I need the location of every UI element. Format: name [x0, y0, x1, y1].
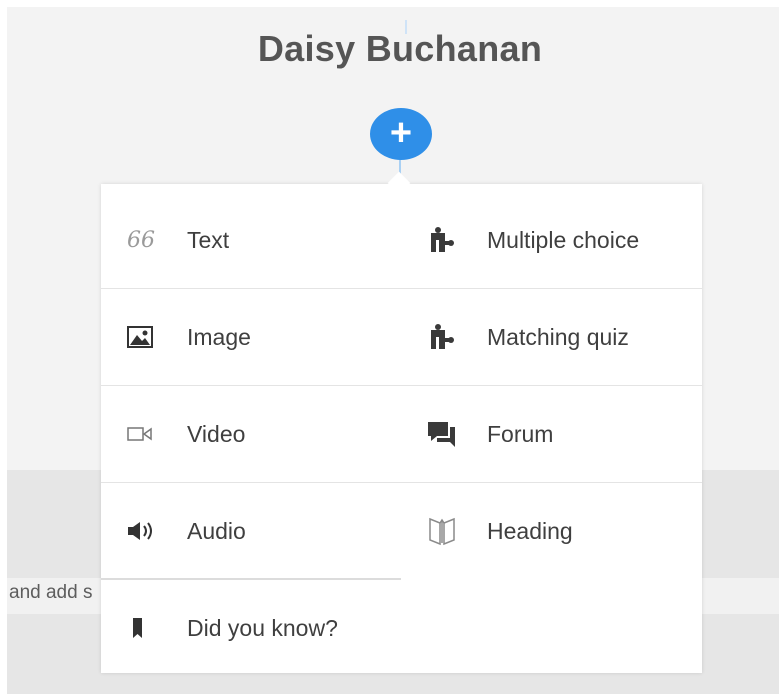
puzzle-icon	[427, 323, 467, 351]
menu-item-image[interactable]: Image	[101, 289, 401, 385]
video-camera-icon	[127, 426, 167, 442]
menu-item-label: Heading	[487, 517, 573, 544]
add-block-button[interactable]: +	[370, 108, 432, 160]
menu-item-multiple-choice[interactable]: Multiple choice	[401, 192, 701, 288]
menu-item-label: Did you know?	[187, 614, 338, 641]
quote-icon: 66	[127, 229, 167, 251]
speaker-icon	[127, 520, 167, 542]
menu-item-did-you-know[interactable]: Did you know?	[101, 580, 401, 676]
menu-item-label: Forum	[487, 420, 554, 447]
page-title: Daisy Buchanan	[257, 28, 543, 69]
menu-item-label: Audio	[187, 517, 246, 544]
image-icon	[127, 326, 167, 348]
menu-item-video[interactable]: Video	[101, 386, 401, 482]
menu-item-forum[interactable]: Forum	[401, 386, 701, 482]
menu-item-text[interactable]: 66 Text	[101, 192, 401, 288]
menu-item-label: Video	[187, 420, 246, 447]
add-block-menu: 66 Text Multiple choice Image Matching q…	[101, 171, 702, 676]
svg-text:66: 66	[127, 229, 155, 251]
chat-bubbles-icon	[427, 420, 467, 448]
menu-item-label: Text	[187, 226, 230, 253]
menu-item-label: Image	[187, 323, 251, 350]
menu-item-matching-quiz[interactable]: Matching quiz	[401, 289, 701, 385]
open-book-icon	[427, 516, 467, 546]
puzzle-icon	[427, 226, 467, 254]
menu-item-audio[interactable]: Audio	[101, 483, 401, 579]
bookmark-icon	[127, 616, 167, 640]
menu-item-heading[interactable]: Heading	[401, 483, 701, 579]
content-input-text: and add s	[9, 582, 93, 603]
menu-item-label: Multiple choice	[487, 226, 640, 253]
menu-item-label: Matching quiz	[487, 323, 629, 350]
